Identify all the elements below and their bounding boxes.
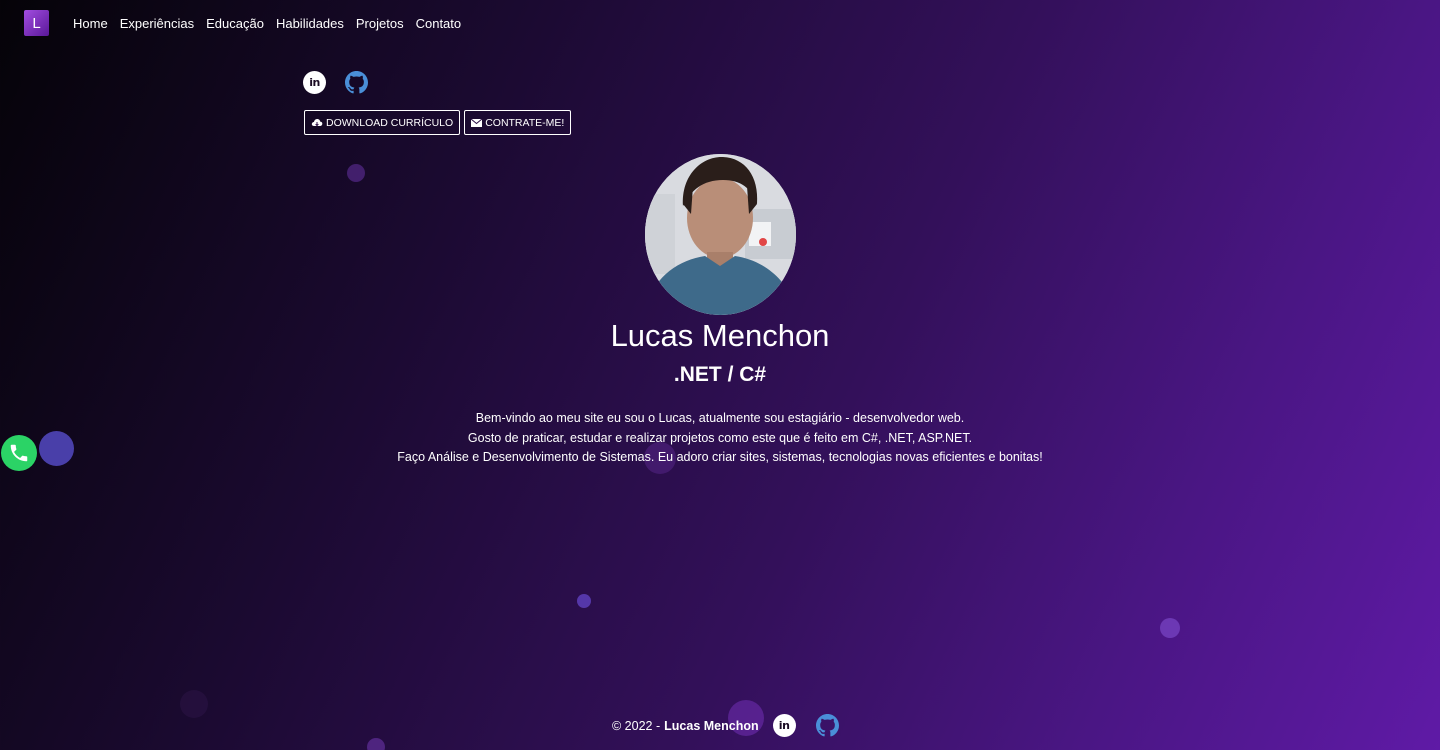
whatsapp-button[interactable] xyxy=(1,435,37,471)
nav-link-experiencias[interactable]: Experiências xyxy=(120,16,194,31)
footer: © 2022 - Lucas Menchon in xyxy=(612,714,839,737)
intro-line: Faço Análise e Desenvolvimento de Sistem… xyxy=(397,450,1043,464)
brand-letter: L xyxy=(32,14,41,32)
hire-me-label: CONTRATE-ME! xyxy=(485,116,565,129)
navbar: L Home Experiências Educação Habilidades… xyxy=(24,8,473,38)
hire-me-button[interactable]: CONTRATE-ME! xyxy=(464,110,572,135)
brand-logo[interactable]: L xyxy=(24,10,49,36)
download-cv-button[interactable]: DOWNLOAD CURRÍCULO xyxy=(304,110,461,135)
decorative-bubble xyxy=(347,164,365,182)
decorative-bubble xyxy=(367,738,385,750)
cloud-download-icon xyxy=(311,118,323,128)
nav-link-home[interactable]: Home xyxy=(73,16,108,31)
social-links-top: in xyxy=(303,71,368,94)
linkedin-glyph: in xyxy=(309,76,320,89)
decorative-bubble xyxy=(180,690,208,718)
linkedin-icon[interactable]: in xyxy=(303,71,326,94)
nav-menu: Home Experiências Educação Habilidades P… xyxy=(73,16,473,31)
linkedin-icon[interactable]: in xyxy=(772,714,796,737)
github-icon[interactable] xyxy=(345,71,368,94)
download-cv-label: DOWNLOAD CURRÍCULO xyxy=(326,116,454,129)
nav-link-projetos[interactable]: Projetos xyxy=(356,16,404,31)
nav-link-contato[interactable]: Contato xyxy=(416,16,462,31)
profile-photo xyxy=(645,154,796,315)
nav-link-habilidades[interactable]: Habilidades xyxy=(276,16,344,31)
copyright-text: © 2022 - xyxy=(612,718,661,733)
action-buttons: DOWNLOAD CURRÍCULO CONTRATE-ME! xyxy=(304,110,575,135)
intro-text: Bem-vindo ao meu site eu sou o Lucas, at… xyxy=(0,409,1440,468)
intro-line: Bem-vindo ao meu site eu sou o Lucas, at… xyxy=(475,411,965,425)
linkedin-glyph: in xyxy=(778,719,790,732)
profile-name: Lucas Menchon xyxy=(610,318,830,353)
footer-author: Lucas Menchon xyxy=(664,718,759,733)
whatsapp-icon xyxy=(10,444,28,462)
nav-link-educacao[interactable]: Educação xyxy=(206,16,264,31)
decorative-bubble xyxy=(577,594,591,608)
profile-role: .NET / C# xyxy=(673,363,767,386)
github-icon[interactable] xyxy=(815,714,839,737)
decorative-bubble xyxy=(1160,618,1180,638)
intro-line: Gosto de praticar, estudar e realizar pr… xyxy=(467,430,973,445)
envelope-icon xyxy=(471,118,483,127)
